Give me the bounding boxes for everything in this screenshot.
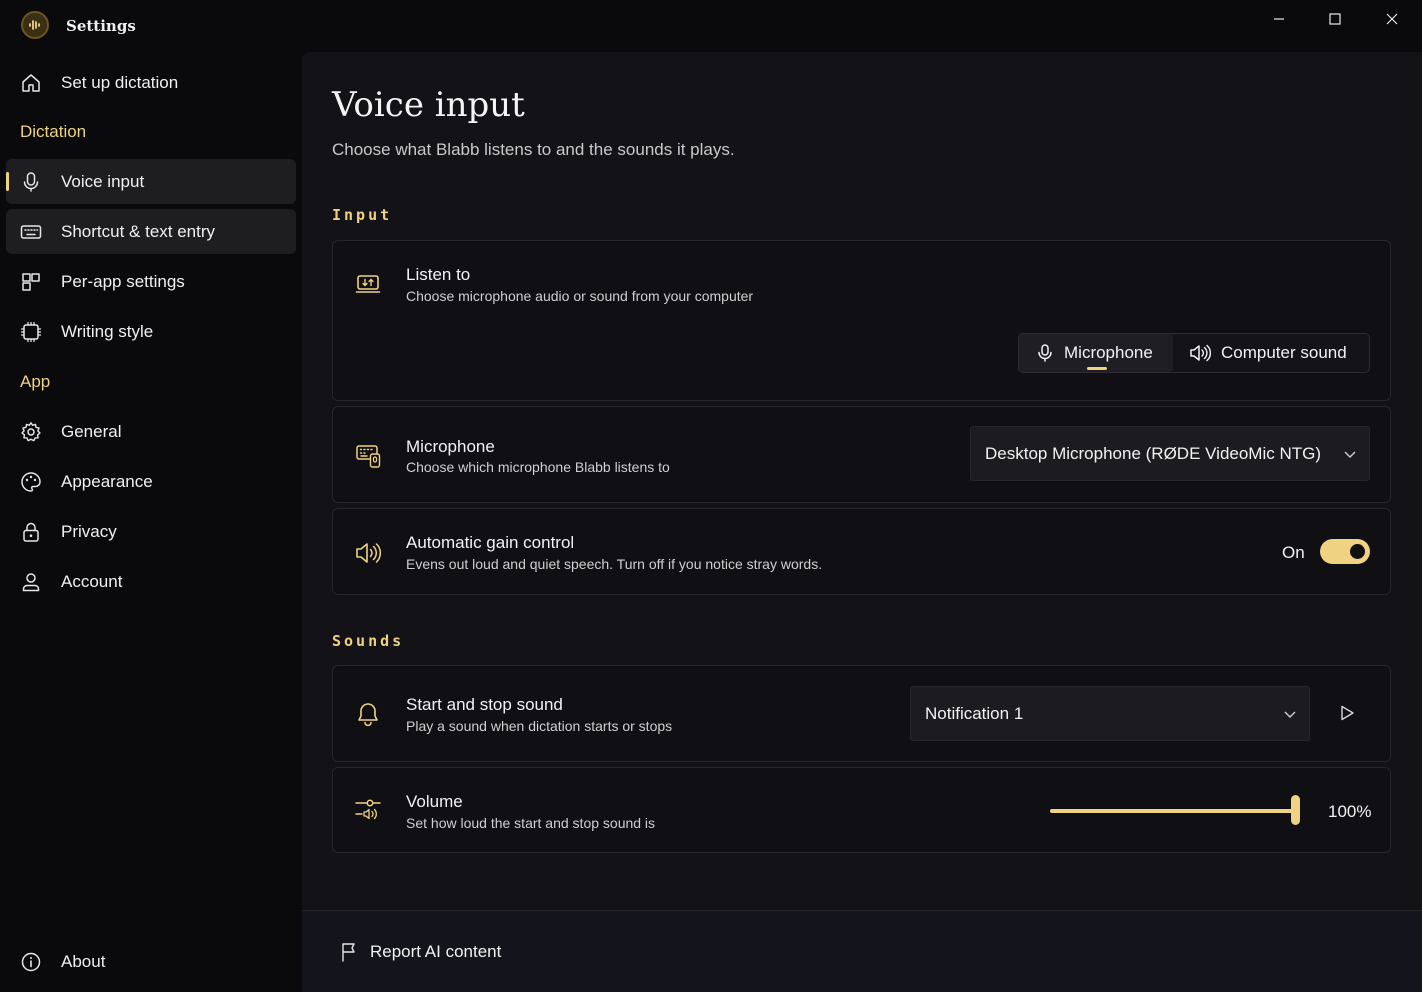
sidebar-item-label: Account	[61, 572, 123, 591]
sidebar-item-label: Writing style	[61, 322, 154, 341]
section-heading-sounds: Sounds	[332, 632, 405, 650]
sidebar-section-app: App	[20, 372, 51, 391]
microphone-card: Microphone Choose which microphone Blabb…	[332, 406, 1391, 503]
maximize-icon	[1328, 13, 1341, 25]
app-grid-icon	[22, 273, 40, 291]
gear-icon	[21, 422, 41, 442]
close-button[interactable]	[1363, 0, 1420, 38]
keyboard-microphone-icon	[356, 445, 381, 468]
agc-title: Automatic gain control	[406, 533, 575, 552]
volume-slider-icon	[355, 799, 381, 820]
report-ai-content-label: Report AI content	[370, 942, 502, 961]
sidebar-item-setup-dictation[interactable]: Set up dictation	[6, 60, 296, 105]
sidebar-item-privacy[interactable]: Privacy	[6, 509, 296, 554]
sidebar-item-label: Shortcut & text entry	[61, 222, 216, 241]
minimize-icon	[1273, 18, 1284, 20]
volume-slider-thumb[interactable]	[1291, 795, 1300, 825]
listen-to-description: Choose microphone audio or sound from yo…	[406, 288, 754, 304]
flag-icon	[342, 943, 355, 962]
volume-description: Set how loud the start and stop sound is	[406, 815, 656, 831]
microphone-title: Microphone	[406, 437, 495, 456]
info-icon	[21, 952, 41, 972]
sidebar-item-label: General	[61, 422, 122, 441]
listen-to-title: Listen to	[406, 265, 471, 284]
sidebar-item-per-app-settings[interactable]: Per-app settings	[6, 259, 296, 304]
chevron-down-icon	[1344, 451, 1356, 458]
close-icon	[1386, 13, 1397, 25]
home-icon	[22, 74, 40, 92]
page-subtitle: Choose what Blabb listens to and the sou…	[332, 140, 735, 159]
segment-microphone[interactable]: Microphone	[1019, 334, 1173, 372]
sound-dropdown[interactable]: Notification 1	[910, 686, 1310, 741]
agc-description: Evens out loud and quiet speech. Turn of…	[406, 556, 823, 572]
maximize-button[interactable]	[1306, 0, 1363, 38]
sidebar-item-account[interactable]: Account	[6, 559, 296, 604]
person-icon	[22, 573, 40, 592]
segment-selected-indicator	[1087, 367, 1107, 370]
microphone-dropdown[interactable]: Desktop Microphone (RØDE VideoMic NTG)	[970, 426, 1370, 481]
sidebar-item-label: Voice input	[61, 172, 145, 191]
sidebar-item-label: Appearance	[61, 472, 153, 491]
chip-icon	[20, 321, 42, 343]
lock-icon	[23, 522, 39, 542]
volume-title: Volume	[406, 792, 463, 811]
sidebar-item-appearance[interactable]: Appearance	[6, 459, 296, 504]
palette-icon	[21, 472, 41, 492]
selected-indicator	[6, 172, 9, 191]
speaker-icon	[1190, 344, 1211, 362]
sidebar-item-about[interactable]: About	[6, 939, 296, 984]
report-ai-content-link[interactable]: Report AI content	[340, 939, 501, 965]
volume-card: Volume Set how loud the start and stop s…	[332, 767, 1391, 853]
sidebar-item-shortcut-text-entry[interactable]: Shortcut & text entry	[6, 209, 296, 254]
footer-bar: Report AI content	[302, 910, 1422, 992]
sidebar-section-dictation: Dictation	[20, 122, 87, 141]
main-panel: Voice input Choose what Blabb listens to…	[302, 52, 1422, 910]
agc-state-label: On	[1282, 543, 1305, 562]
start-stop-sound-description: Play a sound when dictation starts or st…	[406, 718, 673, 734]
sidebar-item-label: About	[61, 952, 106, 971]
microphone-icon	[1038, 344, 1052, 362]
page-title: Voice input	[332, 85, 525, 125]
listen-to-segmented-control: Microphone Computer sound	[1018, 333, 1370, 373]
app-logo	[21, 11, 49, 39]
waveform-icon	[29, 20, 40, 30]
sound-dropdown-value: Notification 1	[925, 703, 1024, 723]
microphone-description: Choose which microphone Blabb listens to	[406, 459, 670, 475]
start-stop-sound-card: Start and stop sound Play a sound when d…	[332, 665, 1391, 762]
sidebar-item-general[interactable]: General	[6, 409, 296, 454]
segment-label: Computer sound	[1221, 343, 1347, 362]
sidebar-item-label: Per-app settings	[61, 272, 185, 291]
volume-value: 100%	[1328, 802, 1372, 821]
window-title: Settings	[66, 17, 136, 35]
volume-slider-track[interactable]	[1050, 809, 1296, 813]
sidebar: Set up dictation Dictation Voice input S…	[0, 52, 302, 992]
listen-to-card: Listen to Choose microphone audio or sou…	[332, 240, 1391, 401]
segment-computer-sound[interactable]: Computer sound	[1173, 334, 1369, 372]
start-stop-sound-title: Start and stop sound	[406, 695, 563, 714]
chevron-down-icon	[1284, 711, 1296, 718]
sidebar-item-voice-input[interactable]: Voice input	[6, 159, 296, 204]
sidebar-item-writing-style[interactable]: Writing style	[6, 309, 296, 354]
play-sound-button[interactable]	[1327, 693, 1367, 733]
audio-source-icon	[355, 275, 381, 293]
play-icon	[1341, 705, 1354, 721]
title-bar: Settings	[0, 0, 1422, 52]
sidebar-item-label: Privacy	[61, 522, 117, 541]
sidebar-item-label: Set up dictation	[61, 73, 179, 92]
keyboard-icon	[20, 225, 42, 239]
section-heading-input: Input	[332, 206, 393, 224]
segment-label: Microphone	[1064, 343, 1153, 362]
microphone-dropdown-value: Desktop Microphone (RØDE VideoMic NTG)	[985, 443, 1322, 463]
toggle-knob	[1350, 544, 1365, 559]
minimize-button[interactable]	[1250, 0, 1307, 38]
bell-icon	[358, 703, 378, 727]
agc-toggle[interactable]	[1320, 539, 1370, 564]
agc-card: Automatic gain control Evens out loud an…	[332, 508, 1391, 595]
microphone-icon	[23, 172, 39, 192]
speaker-icon	[356, 543, 381, 563]
